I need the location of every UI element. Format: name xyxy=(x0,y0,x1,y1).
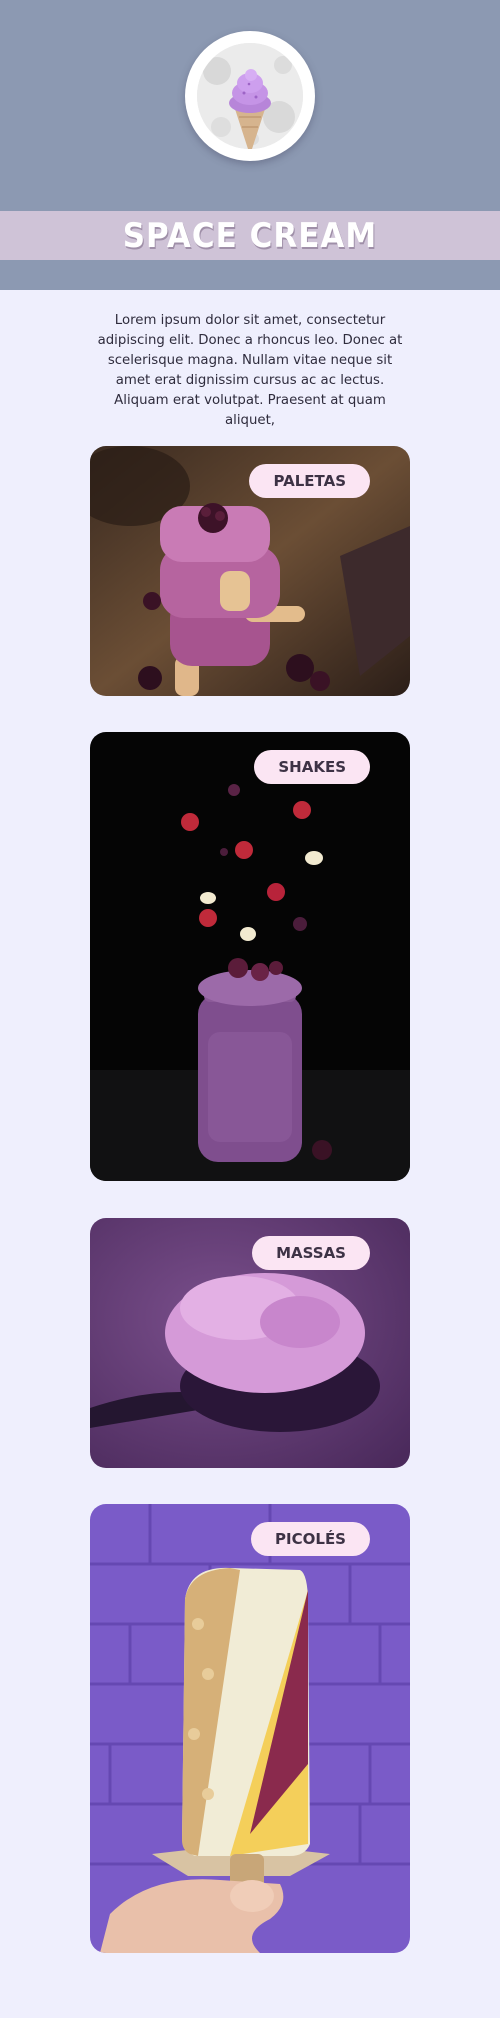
category-label[interactable]: SHAKES xyxy=(254,750,370,784)
logo[interactable] xyxy=(185,31,315,161)
category-label[interactable]: PICOLÉS xyxy=(251,1522,370,1556)
ice-cream-icon xyxy=(229,69,271,149)
intro-text: Lorem ipsum dolor sit amet, consectetur … xyxy=(97,313,403,428)
brand-title: SPACE CREAM xyxy=(122,216,378,255)
category-card-massas[interactable]: MASSAS xyxy=(90,1218,410,1468)
category-label[interactable]: PALETAS xyxy=(249,464,370,498)
category-card-paletas[interactable]: PALETAS xyxy=(90,446,410,696)
category-card-shakes[interactable]: SHAKES xyxy=(90,732,410,1181)
category-card-picoles[interactable]: PICOLÉS xyxy=(90,1504,410,1953)
header: SPACE CREAM xyxy=(0,0,500,290)
category-label[interactable]: MASSAS xyxy=(252,1236,370,1270)
hand-held-popsicle-photo xyxy=(90,1504,410,1953)
berry-milkshake-jar-photo xyxy=(90,732,410,1181)
brand-banner: SPACE CREAM xyxy=(0,211,500,260)
